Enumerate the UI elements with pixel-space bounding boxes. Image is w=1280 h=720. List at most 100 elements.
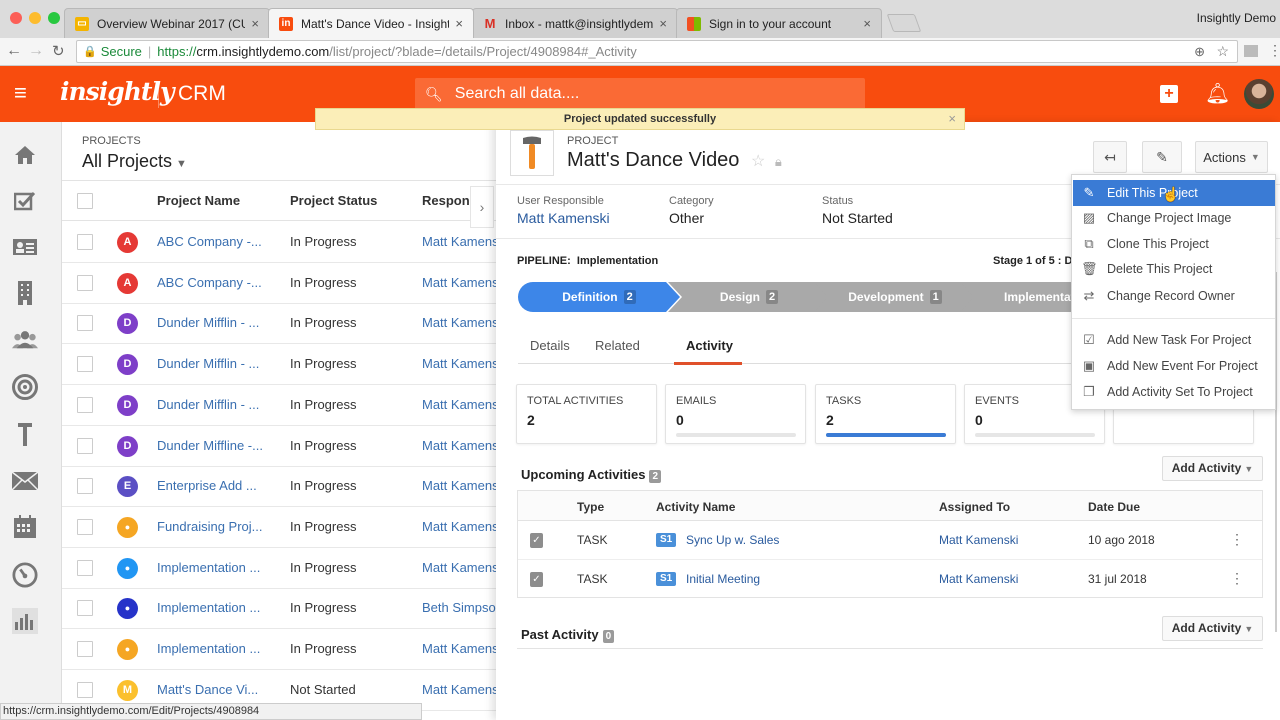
actions-button[interactable]: Actions ▼	[1195, 141, 1268, 173]
reports-chart-icon[interactable]	[12, 608, 38, 634]
row-checkbox[interactable]	[77, 437, 93, 454]
menu-item-delete-project[interactable]: 🗑︎ Delete This Project	[1073, 256, 1275, 282]
tasks-icon[interactable]	[12, 188, 38, 214]
zoom-icon[interactable]: ⊕	[1194, 44, 1205, 60]
row-checkbox[interactable]	[77, 518, 93, 535]
table-row[interactable]: ● Fundraising Proj... In Progress Matt Kame…	[62, 507, 502, 548]
notifications-bell-icon[interactable]: 🔔︎	[1205, 81, 1230, 106]
responsible-user-link[interactable]: Matt Kamenski	[422, 234, 498, 249]
column-header-date-due[interactable]: Date Due	[1088, 500, 1140, 514]
project-name-link[interactable]: Dunder Mifflin - ...	[157, 356, 259, 371]
menu-item-clone-project[interactable]: ⧉ Clone This Project	[1073, 231, 1275, 257]
star-icon[interactable]: ☆	[751, 153, 765, 170]
responsible-user-link[interactable]: Beth Simpson	[422, 600, 498, 615]
table-row[interactable]: ● Implementation ... In Progress Beth Simps…	[62, 588, 502, 630]
assigned-to-link[interactable]: Matt Kamenski	[939, 572, 1018, 586]
tab-related[interactable]: Related	[595, 338, 640, 353]
reload-icon[interactable]: ↻	[52, 42, 65, 60]
responsible-user-link[interactable]: Matt Kamenski	[422, 315, 498, 330]
table-row[interactable]: A ABC Company -... In Progress Matt Kamensk…	[62, 263, 502, 304]
close-tab-icon[interactable]: ×	[455, 16, 463, 31]
column-header-responsible[interactable]: Respons	[422, 193, 477, 208]
global-search-input[interactable]: 🔍︎ Search all data....	[415, 78, 865, 110]
browser-menu-icon[interactable]: ⋮	[1268, 42, 1280, 59]
pipeline-stage-implementation[interactable]: Implementati	[960, 282, 1078, 312]
quick-add-icon[interactable]: +	[1160, 85, 1178, 103]
close-toast-icon[interactable]: ×	[948, 109, 956, 129]
users-icon[interactable]	[12, 326, 38, 352]
row-menu-icon[interactable]: ⋮	[1230, 531, 1244, 548]
email-icon[interactable]	[12, 468, 38, 494]
maximize-window-button[interactable]	[48, 12, 60, 24]
project-name-link[interactable]: Enterprise Add ...	[157, 478, 257, 493]
browser-profile-name[interactable]: Insightly Demo	[1197, 11, 1276, 25]
view-selector[interactable]: All Projects ▼	[82, 151, 187, 172]
table-row[interactable]: ● Implementation ... In Progress Matt Kamen…	[62, 548, 502, 589]
row-checkbox[interactable]	[77, 641, 93, 657]
browser-tab-active[interactable]: in Matt's Dance Video - Insightly ×	[268, 8, 474, 38]
project-name-link[interactable]: Fundraising Proj...	[157, 519, 263, 534]
responsible-user-link[interactable]: Matt Kamenski	[422, 560, 498, 575]
project-name-link[interactable]: Dunder Mifflin - ...	[157, 397, 259, 412]
extension-icon[interactable]	[1244, 45, 1258, 57]
responsible-user-link[interactable]: Matt Kamenski	[422, 519, 498, 534]
column-header-project-status[interactable]: Project Status	[290, 193, 377, 208]
table-row[interactable]: ● Implementation ... In Progress Matt Kamen…	[62, 629, 502, 670]
edit-button[interactable]: ✎	[1142, 141, 1182, 173]
column-header-activity-name[interactable]: Activity Name	[656, 500, 735, 514]
project-name-link[interactable]: Implementation ...	[157, 600, 260, 615]
contacts-icon[interactable]	[12, 234, 38, 260]
row-checkbox[interactable]	[77, 234, 93, 250]
responsible-user-link[interactable]: Matt Kamenski	[422, 397, 498, 412]
back-button[interactable]: ↤	[1093, 141, 1127, 173]
row-checkbox[interactable]	[77, 600, 93, 617]
row-checkbox[interactable]	[77, 356, 93, 373]
user-avatar[interactable]	[1244, 79, 1274, 109]
add-past-activity-button[interactable]: Add Activity ▼	[1162, 616, 1263, 641]
responsible-user-link[interactable]: Matt Kamenski	[422, 641, 498, 656]
close-tab-icon[interactable]: ×	[863, 16, 871, 31]
dashboard-gauge-icon[interactable]	[12, 562, 38, 588]
expand-panel-button[interactable]: ›	[470, 186, 494, 228]
close-tab-icon[interactable]: ×	[659, 16, 667, 31]
organizations-icon[interactable]	[12, 280, 38, 306]
column-header-project-name[interactable]: Project Name	[157, 193, 240, 208]
project-name-link[interactable]: Implementation ...	[157, 641, 260, 656]
browser-tab[interactable]: M Inbox - mattk@insightlydemo. ×	[472, 8, 678, 38]
activity-row[interactable]: ✓ TASK S1 Sync Up w. Sales Matt Kamenski…	[518, 521, 1262, 560]
project-name-link[interactable]: ABC Company -...	[157, 234, 262, 249]
lock-icon[interactable]: 🔒︎	[775, 154, 782, 169]
tab-details[interactable]: Details	[530, 338, 570, 353]
responsible-user-link[interactable]: Matt Kamenski	[422, 478, 498, 493]
pipeline-stage-design[interactable]: Design 2	[668, 282, 830, 312]
stat-total-activities[interactable]: TOTAL ACTIVITIES 2	[516, 384, 657, 444]
menu-item-change-image[interactable]: ▨ Change Project Image	[1073, 205, 1275, 231]
table-row[interactable]: D Dunder Miffline -... In Progress Matt Kam…	[62, 426, 502, 467]
row-menu-icon[interactable]: ⋮	[1230, 570, 1244, 587]
pipeline-stage-definition[interactable]: Definition 2	[518, 282, 680, 312]
activity-name-link[interactable]: Initial Meeting	[686, 572, 760, 586]
column-header-assigned-to[interactable]: Assigned To	[939, 500, 1010, 514]
hamburger-menu-icon[interactable]: ≡	[14, 82, 27, 104]
tab-activity[interactable]: Activity	[686, 338, 733, 353]
menu-item-add-activity-set[interactable]: ❐ Add Activity Set To Project	[1073, 379, 1275, 405]
opportunities-target-icon[interactable]	[12, 374, 38, 400]
calendar-icon[interactable]	[12, 514, 38, 540]
project-image[interactable]	[510, 130, 554, 176]
browser-tab[interactable]: Sign in to your account ×	[676, 8, 882, 38]
user-responsible-link[interactable]: Matt Kamenski	[517, 210, 610, 226]
forward-icon[interactable]: →	[28, 42, 44, 60]
assigned-to-link[interactable]: Matt Kamenski	[939, 533, 1018, 547]
row-checkbox[interactable]	[77, 559, 93, 576]
table-row[interactable]: D Dunder Mifflin - ... In Progress Matt Kam…	[62, 385, 502, 426]
row-checkbox[interactable]	[77, 681, 93, 698]
menu-item-change-owner[interactable]: ⇄ Change Record Owner	[1073, 283, 1275, 309]
row-checkbox[interactable]	[77, 315, 93, 332]
add-activity-button[interactable]: Add Activity ▼	[1162, 456, 1263, 481]
insightly-logo[interactable]: insightly	[60, 77, 174, 106]
activity-name-link[interactable]: Sync Up w. Sales	[686, 533, 779, 547]
bookmark-star-icon[interactable]: ☆	[1216, 43, 1229, 60]
project-name-link[interactable]: Matt's Dance Vi...	[157, 682, 258, 697]
back-icon[interactable]: ←	[6, 42, 22, 60]
responsible-user-link[interactable]: Matt Kamenski	[422, 275, 498, 290]
